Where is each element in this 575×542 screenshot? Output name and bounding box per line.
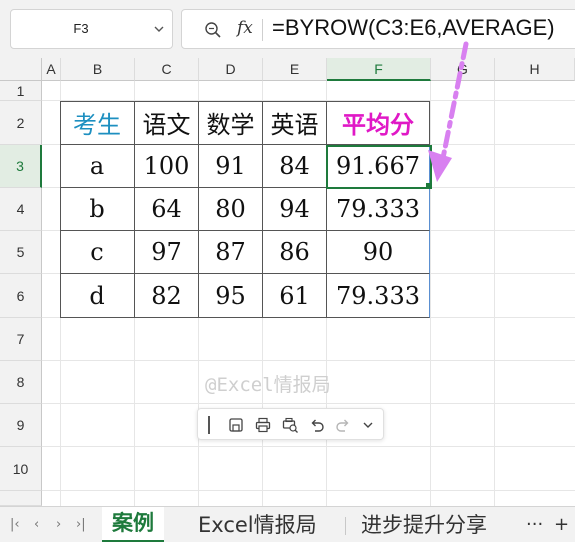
table-cell[interactable]: d xyxy=(60,274,135,318)
grid-line xyxy=(42,446,575,447)
grid-line xyxy=(42,403,575,404)
first-sheet-button[interactable]: |‹ xyxy=(10,517,20,532)
row-header-3[interactable]: 3 xyxy=(0,145,42,188)
row-header-9[interactable]: 9 xyxy=(0,404,42,447)
sheet-tab-active[interactable]: 案例 xyxy=(102,507,164,542)
column-header-e[interactable]: E xyxy=(263,58,327,81)
table-header-cell[interactable]: 语文 xyxy=(135,101,199,145)
column-header-a[interactable]: A xyxy=(42,58,61,81)
watermark-text: @Excel情报局 xyxy=(205,374,331,396)
table-cell[interactable]: c xyxy=(60,231,135,274)
chevron-down-icon[interactable] xyxy=(358,415,378,435)
row-header-6[interactable]: 6 xyxy=(0,274,42,318)
row-header-10[interactable]: 10 xyxy=(0,447,42,491)
sheet-tab[interactable]: 进步提升分享 xyxy=(351,507,497,542)
formula-separator xyxy=(262,19,263,41)
redo-icon[interactable] xyxy=(333,415,353,435)
grid-line xyxy=(42,360,575,361)
table-header-cell[interactable]: 英语 xyxy=(263,101,327,145)
table-cell[interactable]: b xyxy=(60,188,135,231)
sheet-tab[interactable]: Excel情报局 xyxy=(188,507,327,542)
more-sheets-button[interactable]: ··· xyxy=(526,514,543,535)
table-cell[interactable]: 94 xyxy=(263,188,327,231)
table-cell[interactable]: 79.333 xyxy=(327,188,430,231)
name-box-value: F3 xyxy=(73,21,89,36)
formula-text[interactable]: =BYROW(C3:E6,AVERAGE) xyxy=(272,15,555,41)
sheet-tab-bar: |‹ ‹ › ›| 案例 Excel情报局 进步提升分享 ··· + xyxy=(0,506,575,542)
table-cell[interactable]: 90 xyxy=(327,231,430,274)
last-sheet-button[interactable]: ›| xyxy=(76,517,86,532)
fx-icon[interactable]: fx xyxy=(237,18,253,38)
table-cell[interactable]: 61 xyxy=(263,274,327,318)
fill-handle[interactable] xyxy=(426,183,432,189)
column-header-d[interactable]: D xyxy=(199,58,263,81)
table-header-cell[interactable]: 数学 xyxy=(199,101,263,145)
row-header-8[interactable]: 8 xyxy=(0,361,42,404)
chevron-down-icon[interactable] xyxy=(152,19,166,39)
table-cell[interactable]: 82 xyxy=(135,274,199,318)
print-preview-icon[interactable] xyxy=(280,415,300,435)
tab-separator xyxy=(345,517,346,535)
row-header-5[interactable]: 5 xyxy=(0,231,42,274)
name-box[interactable]: F3 xyxy=(10,9,173,49)
row-header-1[interactable]: 1 xyxy=(0,81,42,101)
column-header-b[interactable]: B xyxy=(61,58,135,81)
table-cell[interactable]: 86 xyxy=(263,231,327,274)
undo-icon[interactable] xyxy=(307,415,327,435)
column-header-h[interactable]: H xyxy=(495,58,575,81)
row-header-4[interactable]: 4 xyxy=(0,188,42,231)
table-cell[interactable]: 95 xyxy=(199,274,263,318)
table-cell[interactable]: 100 xyxy=(135,145,199,188)
formula-input[interactable]: fx =BYROW(C3:E6,AVERAGE) xyxy=(181,9,575,49)
save-icon[interactable] xyxy=(226,415,246,435)
column-header-f[interactable]: F xyxy=(327,58,431,81)
row-header-2[interactable]: 2 xyxy=(0,101,42,145)
table-cell[interactable]: 79.333 xyxy=(327,274,430,318)
grip-icon[interactable] xyxy=(208,416,210,434)
table-header-cell[interactable]: 考生 xyxy=(60,101,135,145)
formula-bar-area: F3 fx =BYROW(C3:E6,AVERAGE) xyxy=(0,0,575,58)
table-cell[interactable]: 84 xyxy=(263,145,327,188)
zoom-icon[interactable] xyxy=(204,21,222,39)
table-cell[interactable]: 64 xyxy=(135,188,199,231)
row-header-11[interactable] xyxy=(0,491,42,506)
column-header-g[interactable]: G xyxy=(431,58,495,81)
print-icon[interactable] xyxy=(253,415,273,435)
select-all-corner[interactable] xyxy=(0,58,42,81)
next-sheet-button[interactable]: › xyxy=(56,517,61,532)
table-header-cell[interactable]: 平均分 xyxy=(327,101,430,145)
table-cell[interactable]: 91 xyxy=(199,145,263,188)
add-sheet-button[interactable]: + xyxy=(554,514,569,535)
row-header-7[interactable]: 7 xyxy=(0,318,42,361)
table-cell[interactable]: 97 xyxy=(135,231,199,274)
column-header-c[interactable]: C xyxy=(135,58,199,81)
floating-toolbar xyxy=(197,408,384,440)
table-cell[interactable]: 80 xyxy=(199,188,263,231)
table-cell[interactable]: 91.667 xyxy=(327,145,430,188)
table-cell[interactable]: 87 xyxy=(199,231,263,274)
grid-line xyxy=(42,490,575,491)
table-cell[interactable]: a xyxy=(60,145,135,188)
prev-sheet-button[interactable]: ‹ xyxy=(34,517,39,532)
